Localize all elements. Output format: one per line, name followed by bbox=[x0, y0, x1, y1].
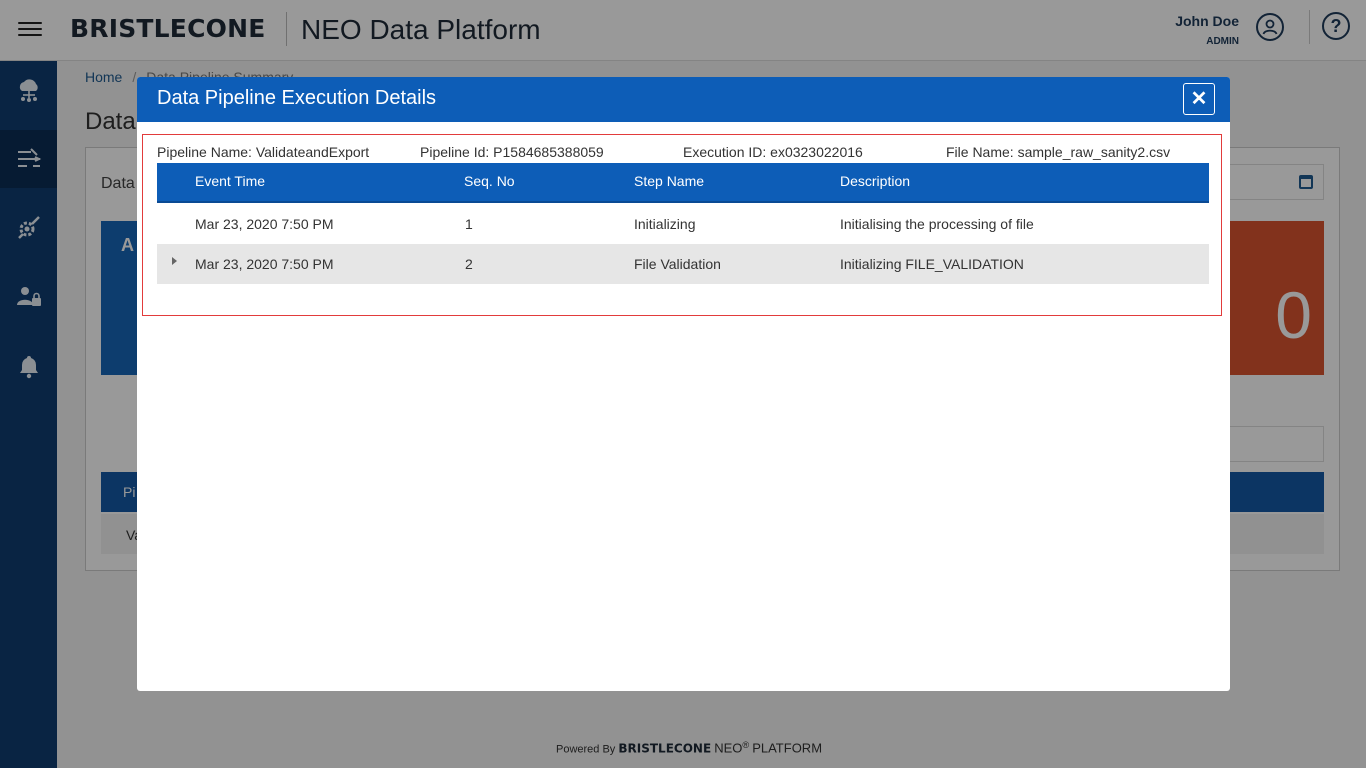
execution-id: Execution ID: ex0323022016 bbox=[683, 144, 863, 160]
cell-seq-no: 1 bbox=[465, 216, 473, 232]
column-header-step-name[interactable]: Step Name bbox=[634, 173, 704, 189]
pipeline-id: Pipeline Id: P1584685388059 bbox=[420, 144, 604, 160]
close-button[interactable]: ✕ bbox=[1183, 83, 1215, 115]
pipeline-name: Pipeline Name: ValidateandExport bbox=[157, 144, 370, 160]
modal-header: Data Pipeline Execution Details ✕ bbox=[137, 77, 1230, 122]
table-row[interactable]: Mar 23, 2020 7:50 PM 2 File Validation I… bbox=[157, 244, 1209, 284]
column-header-event-time[interactable]: Event Time bbox=[195, 173, 265, 189]
cell-seq-no: 2 bbox=[465, 256, 473, 272]
expand-row-icon[interactable] bbox=[172, 257, 177, 265]
execution-details-modal: Data Pipeline Execution Details ✕ Pipeli… bbox=[137, 77, 1230, 691]
cell-event-time: Mar 23, 2020 7:50 PM bbox=[195, 216, 334, 232]
file-name: File Name: sample_raw_sanity2.csv bbox=[946, 144, 1171, 160]
cell-description: Initialising the processing of file bbox=[840, 216, 1034, 232]
cell-description: Initializing FILE_VALIDATION bbox=[840, 256, 1024, 272]
column-header-description[interactable]: Description bbox=[840, 173, 910, 189]
cell-step-name: File Validation bbox=[634, 256, 721, 272]
cell-event-time: Mar 23, 2020 7:50 PM bbox=[195, 256, 334, 272]
table-row[interactable]: Mar 23, 2020 7:50 PM 1 Initializing Init… bbox=[157, 204, 1209, 244]
column-header-seq-no[interactable]: Seq. No bbox=[464, 173, 515, 189]
cell-step-name: Initializing bbox=[634, 216, 696, 232]
execution-table-header: Event Time Seq. No Step Name Description bbox=[157, 163, 1209, 203]
modal-title: Data Pipeline Execution Details bbox=[157, 87, 437, 109]
